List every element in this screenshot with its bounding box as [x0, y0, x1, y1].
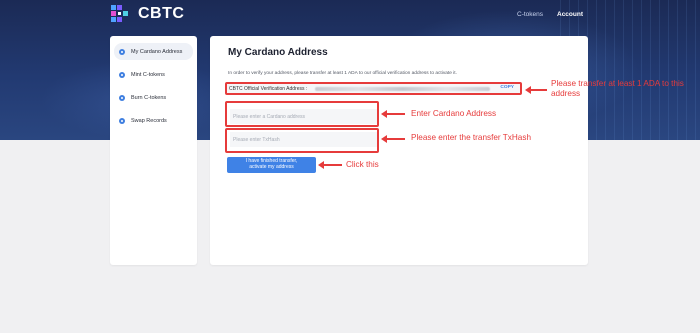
activate-address-button[interactable]: I have finished transfer, activate my ad…	[227, 157, 316, 173]
bullet-icon	[119, 48, 125, 55]
arrow-left-icon	[381, 110, 405, 118]
annotation-enter-txhash: Please enter the transfer TxHash	[411, 133, 531, 142]
button-label-line2: activate my address	[249, 164, 294, 170]
arrow-left-icon	[525, 86, 547, 94]
sidebar: My Cardano Address Mint C-tokens Burn C-…	[110, 36, 197, 265]
sidebar-item-label: My Cardano Address	[131, 48, 183, 55]
intro-text: In order to verify your address, please …	[228, 71, 457, 76]
sidebar-item-mint-c-tokens[interactable]: Mint C-tokens	[114, 66, 193, 83]
annotation-enter-address: Enter Cardano Address	[411, 109, 497, 118]
cbtc-logo-icon	[110, 4, 130, 24]
sidebar-item-label: Swap Records	[131, 117, 167, 124]
nav-c-tokens[interactable]: C-tokens	[517, 11, 543, 18]
arrow-left-icon	[318, 161, 342, 169]
brand[interactable]: CBTC	[110, 4, 184, 24]
nav-account[interactable]: Account	[557, 11, 583, 18]
sidebar-item-my-cardano-address[interactable]: My Cardano Address	[114, 43, 193, 60]
highlight-box-address	[225, 82, 522, 95]
bullet-icon	[119, 71, 125, 78]
bullet-icon	[119, 117, 125, 124]
arrow-left-icon	[381, 135, 405, 143]
sidebar-item-burn-c-tokens[interactable]: Burn C-tokens	[114, 89, 193, 106]
brand-name: CBTC	[138, 5, 185, 22]
page-title: My Cardano Address	[228, 47, 328, 58]
annotation-click: Click this	[346, 160, 379, 169]
annotation-transfer: Please transfer at least 1 ADA to this a…	[551, 79, 684, 98]
highlight-box-txhash-input	[225, 128, 379, 153]
bullet-icon	[119, 94, 125, 101]
sidebar-item-label: Burn C-tokens	[131, 94, 167, 101]
sidebar-item-label: Mint C-tokens	[131, 71, 165, 78]
highlight-box-cardano-input	[225, 101, 379, 127]
sidebar-item-swap-records[interactable]: Swap Records	[114, 112, 193, 129]
